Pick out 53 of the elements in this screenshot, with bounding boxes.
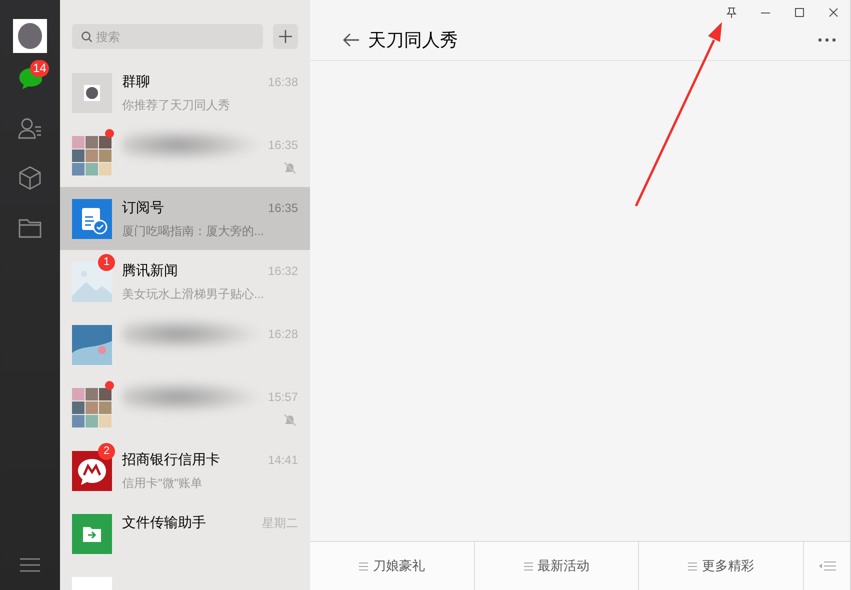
subscription-avatar — [72, 198, 112, 238]
chat-list-item[interactable]: 1 腾讯新闻 16:32 美女玩水上滑梯男子贴心... — [60, 250, 310, 313]
message-preview: 信用卡"微"账单 — [122, 474, 203, 492]
more-options-icon[interactable] — [818, 38, 836, 42]
cube-icon — [18, 166, 42, 190]
sidebar-nav-item[interactable]: 14 — [0, 53, 60, 103]
chat-time: 16:28 — [268, 327, 298, 341]
group-avatar-grid — [72, 388, 112, 428]
list-icon — [688, 562, 698, 570]
menu-tab[interactable]: 刀娘豪礼 — [310, 542, 475, 590]
chat-name: 订阅号 — [122, 199, 164, 217]
conversation-title: 天刀同人秀 — [368, 29, 459, 52]
message-preview: 你推荐了天刀同人秀 — [122, 96, 230, 114]
back-arrow-icon[interactable] — [342, 32, 360, 48]
list-icon — [358, 562, 368, 570]
search-icon — [81, 31, 92, 42]
menu-tab[interactable]: 最新活动 — [474, 542, 640, 590]
chat-time: 16:35 — [268, 201, 298, 215]
chat-name: 腾讯新闻 — [122, 262, 178, 280]
pin-icon[interactable] — [726, 6, 736, 18]
contact-avatar — [72, 324, 112, 364]
message-preview: 美女玩水上滑梯男子贴心... — [122, 286, 264, 302]
message-preview: 厦门吃喝指南：厦大旁的... — [122, 222, 264, 240]
close-icon[interactable] — [828, 6, 838, 18]
chat-name: 招商银行信用卡 — [122, 451, 220, 469]
chat-time: 16:38 — [268, 75, 298, 89]
menu-icon[interactable] — [20, 558, 40, 572]
file-transfer-avatar — [72, 514, 112, 554]
chat-list-item[interactable]: 订阅号 16:35 厦门吃喝指南：厦大旁的... — [60, 187, 310, 250]
group-avatar — [72, 72, 112, 112]
profile-avatar[interactable] — [13, 19, 47, 53]
add-button[interactable] — [273, 24, 298, 49]
chat-time: 星期二 — [262, 514, 298, 532]
maximize-icon[interactable] — [794, 6, 804, 18]
chat-time: 14:41 — [268, 453, 298, 467]
chat-list-item[interactable]: 文件传输助手 星期二 — [60, 502, 310, 565]
chat-time: 15:57 — [268, 390, 298, 404]
unread-badge: 14 — [30, 60, 50, 77]
menu-tab[interactable]: 更多精彩 — [639, 542, 804, 590]
chat-name: 文件传输助手 — [122, 514, 206, 532]
contacts-icon — [18, 116, 42, 140]
unread-badge: 1 — [98, 254, 115, 271]
chat-name: 群聊 — [122, 73, 150, 91]
chat-list-item[interactable]: 2 招商银行信用卡 14:41 信用卡"微"账单 — [60, 439, 310, 502]
search-field[interactable]: 搜索 — [72, 24, 263, 49]
list-icon — [524, 562, 532, 570]
keyboard-toggle-icon[interactable] — [818, 561, 836, 571]
group-avatar-grid — [72, 136, 112, 176]
plus-icon — [279, 30, 292, 43]
chat-time: 16:35 — [268, 138, 298, 152]
chat-list-item[interactable]: 群聊 16:38 你推荐了天刀同人秀 — [60, 61, 310, 124]
chat-time: 16:32 — [268, 264, 298, 278]
unread-badge: 2 — [98, 443, 115, 460]
